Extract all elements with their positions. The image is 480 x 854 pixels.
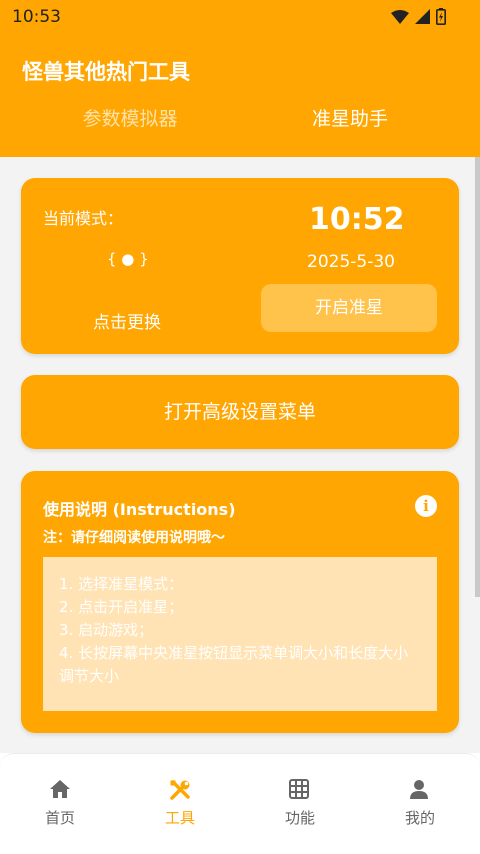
instruction-step: 1. 选择准星模式： (59, 575, 184, 593)
instruction-step: 3. 启动游戏； (59, 621, 154, 639)
advanced-settings-label: 打开高级设置菜单 (163, 401, 316, 423)
nav-label-mine: 我的 (404, 809, 435, 827)
status-bar: 10:53 (0, 0, 480, 34)
start-crosshair-button[interactable]: 开启准星 (261, 284, 437, 332)
advanced-settings-button[interactable]: 打开高级设置菜单 (21, 375, 459, 449)
nav-item-home[interactable]: 首页 (0, 754, 120, 854)
bottom-nav: 首页 工具 功能 我的 (0, 753, 480, 854)
current-mode-label: 当前模式： (43, 209, 124, 228)
instructions-card: 使用说明 (Instructions) i 注：请仔细阅读使用说明哦～ 1. 选… (21, 471, 459, 733)
crosshair-mode-icon: { ● } (107, 250, 149, 268)
status-icons (391, 8, 446, 25)
nav-label-functions: 功能 (284, 809, 315, 827)
instructions-title: 使用说明 (Instructions) (43, 500, 236, 519)
instructions-note: 注：请仔细阅读使用说明哦～ (43, 530, 225, 546)
nav-item-tools[interactable]: 工具 (120, 754, 240, 854)
info-icon[interactable]: i (415, 495, 437, 517)
nav-label-home: 首页 (44, 809, 75, 827)
mode-card: 当前模式： { ● } 点击更换 10:52 2025-5-30 开启准星 (21, 178, 459, 354)
person-icon (410, 780, 428, 799)
home-icon (50, 780, 70, 798)
status-time: 10:53 (12, 7, 61, 27)
battery-icon (436, 8, 446, 25)
tab-crosshair-assistant[interactable]: 准星助手 (230, 104, 470, 131)
instruction-step: 2. 点击开启准星； (59, 598, 184, 616)
tab-bar: 参数模拟器 准星助手 (0, 104, 480, 142)
scrollbar[interactable] (475, 157, 480, 597)
grid-icon (289, 779, 309, 799)
tab-param-simulator[interactable]: 参数模拟器 (10, 104, 250, 131)
page-title: 怪兽其他热门工具 (22, 60, 190, 84)
nav-item-mine[interactable]: 我的 (360, 754, 480, 854)
signal-icon (415, 9, 430, 24)
tools-icon (170, 780, 190, 800)
clock-date: 2025-5-30 (307, 252, 395, 272)
clock-time: 10:52 (309, 202, 405, 237)
change-mode-button[interactable]: 点击更换 (93, 308, 161, 333)
app-header: 10:53 怪兽其他热门工具 参数模拟器 准星助手 (0, 0, 480, 157)
nav-label-tools: 工具 (164, 809, 195, 827)
wifi-icon (391, 9, 409, 24)
instructions-box: 1. 选择准星模式： 2. 点击开启准星； 3. 启动游戏； 4. 长按屏幕中央… (43, 557, 437, 711)
instruction-step: 4. 长按屏幕中央准星按钮显示菜单调大小和长度大小调节大小 (59, 644, 409, 685)
nav-item-functions[interactable]: 功能 (240, 754, 360, 854)
